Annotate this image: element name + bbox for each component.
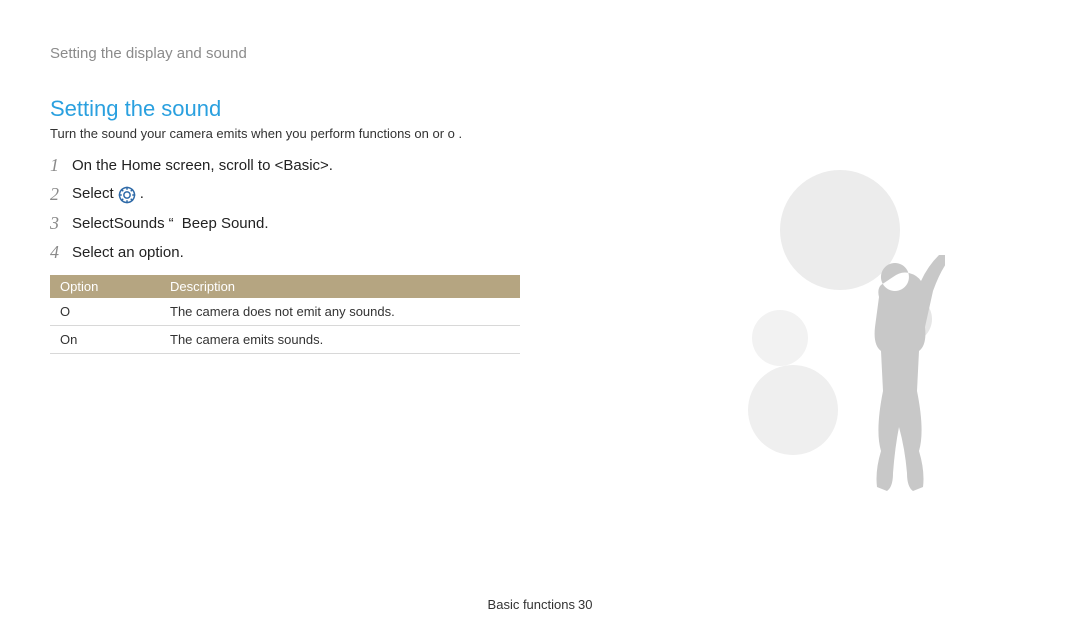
page-footer: Basic functions30 — [0, 597, 1080, 612]
page-number: 30 — [578, 597, 592, 612]
cell-description: The camera emits sounds. — [160, 326, 520, 354]
step-item: 4 Select an option. — [50, 242, 570, 263]
cell-option: On — [50, 326, 160, 354]
table-header-description: Description — [160, 275, 520, 298]
step-suffix: . — [140, 185, 144, 202]
settings-icon — [118, 186, 136, 204]
step-prefix: Select — [72, 185, 114, 202]
step-text: SelectSounds“ Beep Sound. — [72, 215, 269, 232]
bubble-icon — [748, 365, 838, 455]
step-item: 3 SelectSounds“ Beep Sound. — [50, 213, 570, 234]
table-row: On The camera emits sounds. — [50, 326, 520, 354]
step-text: Select an option. — [72, 244, 184, 261]
arrow-icon: “ — [169, 215, 174, 232]
step-list: 1 On the Home screen, scroll to <Basic>.… — [50, 155, 570, 263]
step-prefix: Select — [72, 215, 114, 232]
section-description: Turn the sound your camera emits when yo… — [50, 126, 1030, 141]
step-suffix: . — [264, 215, 268, 232]
footer-label: Basic functions — [488, 597, 575, 612]
cell-option: O — [50, 298, 160, 326]
table-header-option: Option — [50, 275, 160, 298]
step-item: 2 Select. — [50, 184, 570, 205]
step-number: 3 — [50, 213, 72, 234]
step-number: 2 — [50, 184, 72, 205]
step-item: 1 On the Home screen, scroll to <Basic>. — [50, 155, 570, 176]
step-number: 1 — [50, 155, 72, 176]
step-mid-a: Sounds — [114, 215, 165, 232]
cell-description: The camera does not emit any sounds. — [160, 298, 520, 326]
options-table: Option Description O The camera does not… — [50, 275, 520, 354]
breadcrumb: Setting the display and sound — [50, 45, 1030, 62]
table-row: O The camera does not emit any sounds. — [50, 298, 520, 326]
section-title: Setting the sound — [50, 96, 1030, 122]
step-text: On the Home screen, scroll to <Basic>. — [72, 157, 333, 174]
step-number: 4 — [50, 242, 72, 263]
step-mid-b: Beep Sound — [182, 215, 265, 232]
step-text: Select. — [72, 185, 144, 203]
